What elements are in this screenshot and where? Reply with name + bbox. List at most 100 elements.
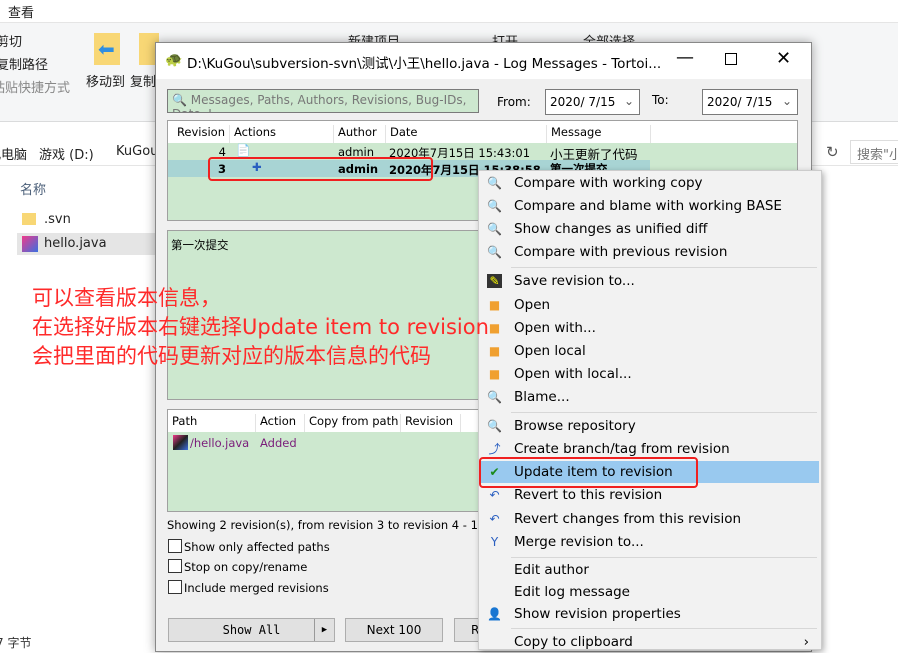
menu-item-blame[interactable]: 🔍 Blame... [481,386,819,408]
move-to-button[interactable]: 移动到 [86,71,125,90]
menu-item-compare-blame[interactable]: 🔍 Compare and blame with working BASE [481,195,819,217]
menu-item-save-revision[interactable]: ✎ Save revision to... [481,270,819,292]
explorer-search-input[interactable]: 搜索"小王" [850,140,898,164]
col-date[interactable]: Date [385,125,418,143]
menu-item-browse-repository[interactable]: 🔍 Browse repository [481,415,819,437]
copy-to-button[interactable]: 复制 [130,71,156,90]
search-icon: 🔍 [172,93,187,107]
log-message-text: 第一次提交 [171,238,229,252]
dialog-title: D:\KuGou\subversion-svn\测试\小王\hello.java… [187,56,662,72]
show-all-button[interactable]: Show All ▶ [168,618,335,642]
compare-icon: 🔍 [487,176,502,190]
breadcrumb-item[interactable]: 此电脑 [0,144,27,163]
merge-icon: Y [490,535,499,549]
col-path[interactable]: Path [168,414,197,432]
open-icon: ■ [488,298,501,312]
show-affected-paths-checkbox[interactable] [168,539,182,553]
breadcrumb-item[interactable]: 游戏 (D:) [39,144,94,163]
menu-item-revert-changes[interactable]: ↶ Revert changes from this revision [481,508,819,530]
java-file-icon [173,435,188,450]
show-all-label: Show All [222,623,281,637]
context-menu: 🔍 Compare with working copy 🔍 Compare and … [478,170,822,650]
explorer-view-tab[interactable]: 查看 [8,2,34,21]
compare-icon: 🔍 [487,245,502,259]
maximize-button[interactable] [725,53,737,65]
file-item[interactable]: .svn [44,212,71,227]
column-name-header[interactable]: 名称 [20,179,46,198]
repo-browser-icon: 🔍 [487,419,502,433]
from-label: From: [497,95,531,109]
path-cell[interactable]: /hello.java [190,436,249,450]
chevron-down-icon: ⌄ [781,94,792,108]
col-author[interactable]: Author [333,125,377,143]
explorer-status: 7 字节 [0,636,32,650]
diff-icon: 🔍 [487,222,502,236]
to-label: To: [652,93,669,107]
menu-item-open-with-local[interactable]: ■ Open with local... [481,363,819,385]
col-revision[interactable]: Revision [168,125,229,143]
col-actions[interactable]: Actions [229,125,276,143]
title-bar: 🐢 D:\KuGou\subversion-svn\测试\小王\hello.ja… [156,43,811,79]
blame-icon: 🔍 [487,390,502,404]
annotation-line: 在选择好版本右键选择Update item to revision [32,315,489,339]
menu-item-open[interactable]: ■ Open [481,294,819,316]
cut-button[interactable]: 剪切 [0,31,22,50]
from-date-value: 2020/ 7/15 [550,95,616,109]
minimize-button[interactable]: — [676,47,694,68]
menu-separator [511,628,817,629]
to-date-picker[interactable]: 2020/ 7/15 ⌄ [702,89,798,115]
menu-separator [511,412,817,413]
refresh-icon[interactable]: ↻ [826,143,839,161]
col-extra [460,414,465,432]
menu-item-revision-properties[interactable]: 👤 Show revision properties [481,603,819,625]
branch-icon: ⤴ [488,442,501,456]
menu-item-compare-working-copy[interactable]: 🔍 Compare with working copy [481,172,819,194]
log-search-input[interactable]: 🔍 Messages, Paths, Authors, Revisions, B… [167,89,479,113]
stop-on-copy-checkbox[interactable] [168,559,182,573]
menu-item-unified-diff[interactable]: 🔍 Show changes as unified diff [481,218,819,240]
close-button[interactable]: ✕ [776,48,791,69]
search-placeholder: Messages, Paths, Authors, Revisions, Bug… [172,93,467,112]
checkbox-label: Stop on copy/rename [184,560,308,574]
submenu-arrow-icon: › [803,634,809,650]
next-100-button[interactable]: Next 100 [345,618,443,642]
tortoise-icon: 🐢 [165,52,183,68]
dropdown-arrow-icon[interactable]: ▶ [314,619,334,641]
revert-icon: ↶ [489,488,500,502]
col-action[interactable]: Action [255,414,296,432]
menu-item-compare-previous[interactable]: 🔍 Compare with previous revision [481,241,819,263]
checkbox-label: Show only affected paths [184,540,330,554]
annotation-highlight-update [479,457,698,488]
col-copy-from[interactable]: Copy from path [304,414,398,432]
menu-separator [511,557,817,558]
menu-item-copy-clipboard[interactable]: Copy to clipboard › [481,631,819,653]
move-folder-icon: ⬅ [94,33,120,65]
menu-item-merge-revision[interactable]: Y Merge revision to... [481,531,819,553]
to-date-value: 2020/ 7/15 [707,95,773,109]
menu-item-open-local[interactable]: ■ Open local [481,340,819,362]
col-extra [650,125,655,143]
status-text: Showing 2 revision(s), from revision 3 t… [167,518,477,532]
breadcrumb-item[interactable]: KuGou [116,144,158,159]
java-file-icon [22,236,38,252]
chevron-down-icon: ⌄ [623,94,634,108]
copy-path-button[interactable]: 复制路径 [0,54,48,73]
include-merged-checkbox[interactable] [168,580,182,594]
menu-separator [511,267,817,268]
save-icon: ✎ [487,274,502,288]
col-message[interactable]: Message [546,125,601,143]
menu-item-edit-author[interactable]: Edit author [481,559,819,581]
path-action-cell: Added [260,436,297,450]
properties-icon: 👤 [487,607,502,621]
folder-icon [22,213,36,225]
menu-item-open-with[interactable]: ■ Open with... [481,317,819,339]
file-item[interactable]: hello.java [44,236,107,251]
paste-shortcut-button[interactable]: 粘贴快捷方式 [0,77,70,96]
from-date-picker[interactable]: 2020/ 7/15 ⌄ [545,89,640,115]
revision-list-header: Revision Actions Author Date Message [168,121,797,143]
col-path-revision[interactable]: Revision [400,414,453,432]
blame-compare-icon: 🔍 [487,199,502,213]
annotation-line: 可以查看版本信息， [32,286,221,310]
open-icon: ■ [488,344,501,358]
menu-item-edit-log-message[interactable]: Edit log message [481,581,819,603]
